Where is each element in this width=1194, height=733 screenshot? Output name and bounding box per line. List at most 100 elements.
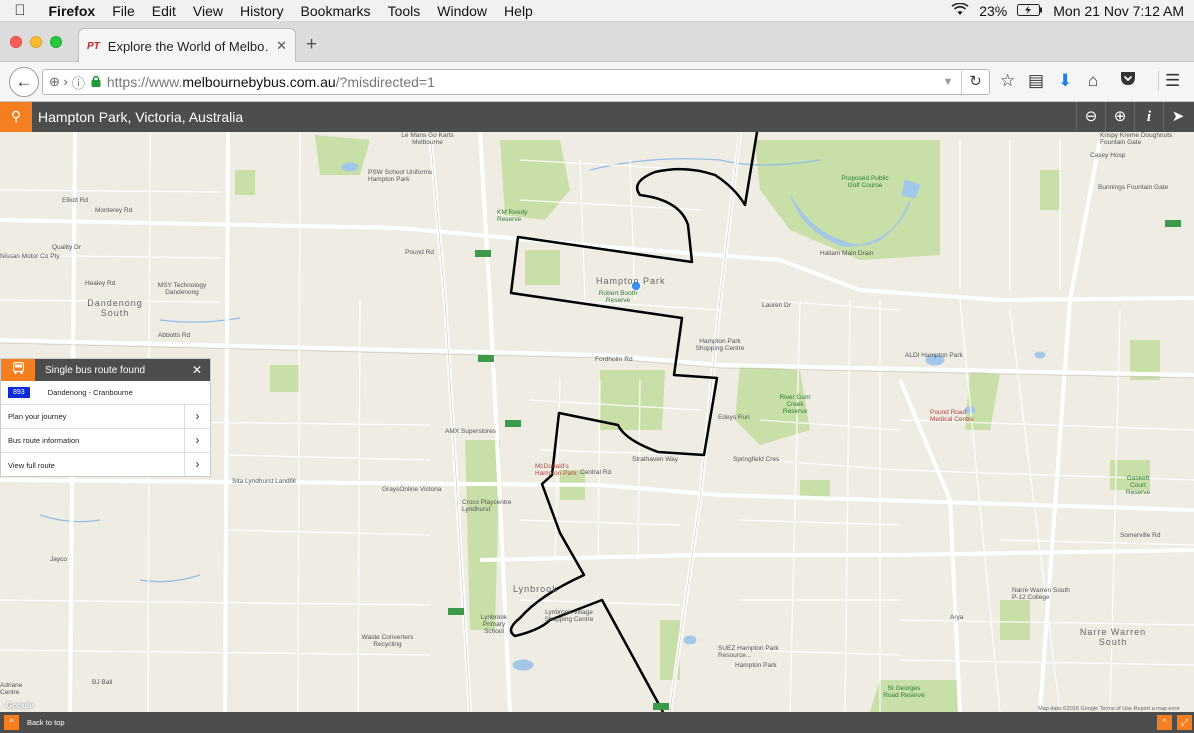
chevron-up-icon[interactable]: ^ xyxy=(1157,715,1172,730)
map-label-hallam-main: Hallam Main Drain xyxy=(820,250,874,257)
menu-help[interactable]: Help xyxy=(496,3,542,19)
map-label-lynbrook: Lynbrook xyxy=(513,584,558,594)
browser-tab[interactable]: PT Explore the World of Melbo… ✕ xyxy=(78,28,296,63)
site-search-bar: ⚲ Hampton Park, Victoria, Australia ⊖ ⊕ … xyxy=(0,102,1194,132)
download-icon[interactable]: ⬇ xyxy=(1058,71,1072,91)
map-label-strathaven: Strathaven Way xyxy=(632,456,679,463)
map-label-pound-road: Pound Road Medical Centre xyxy=(930,409,974,423)
menu-bookmarks[interactable]: Bookmarks xyxy=(292,3,379,19)
map-label-le-mans: Le Mans Go Karts Melbourne xyxy=(401,132,454,146)
zoom-window-button[interactable] xyxy=(50,36,62,48)
map-label-fordholm: Fordholm Rd xyxy=(595,356,633,363)
map-label-elliott: Elliott Rd xyxy=(62,197,89,204)
minimize-window-button[interactable] xyxy=(30,36,42,48)
close-icon[interactable]: ✕ xyxy=(184,363,210,377)
view-full-route-row[interactable]: View full route › xyxy=(1,453,210,477)
google-logo: Google xyxy=(6,701,34,710)
zoom-out-icon[interactable]: ⊖ xyxy=(1076,102,1105,132)
menu-file[interactable]: File xyxy=(104,3,144,19)
map-label-robert-booth: Robert Booth Reserve xyxy=(598,290,638,304)
map-label-bj-ball: BJ Ball xyxy=(92,679,113,686)
home-icon[interactable]: ⌂ xyxy=(1088,71,1098,91)
map-label-hampton-park-road: Hampton Park xyxy=(735,662,777,669)
plan-journey-row[interactable]: Plan your journey › xyxy=(1,405,210,429)
map-label-bunnings: Bunnings Fountain Gate xyxy=(1098,184,1169,191)
route-panel: Single bus route found ✕ 893 Dandenong -… xyxy=(0,358,211,477)
menu-edit[interactable]: Edit xyxy=(143,3,184,19)
chevron-right-icon[interactable]: › xyxy=(184,453,210,476)
menu-window[interactable]: Window xyxy=(429,3,496,19)
map-label-st-georges: St Georges Road Reserve xyxy=(883,685,925,699)
map-label-grays: GraysOnline Victoria xyxy=(382,486,442,493)
route-panel-header: Single bus route found ✕ xyxy=(1,359,210,381)
close-tab-icon[interactable]: ✕ xyxy=(276,38,287,54)
url-suffix: /?misdirected=1 xyxy=(335,74,435,90)
map-label-amx: AMX Superstores xyxy=(445,428,496,435)
map-label-arya: Arya xyxy=(950,614,964,621)
back-to-top-icon[interactable]: ^ xyxy=(4,715,19,730)
zoom-in-icon[interactable]: ⊕ xyxy=(1105,102,1134,132)
lock-icon[interactable] xyxy=(91,74,101,90)
close-window-button[interactable] xyxy=(10,36,22,48)
url-bar[interactable]: ⊕ › ⓘ https://www.melbournebybus.com.au/… xyxy=(42,69,990,95)
apple-menu-icon[interactable]:  xyxy=(0,2,40,19)
bus-icon xyxy=(1,359,35,381)
map-label-sita: Sita Lyndhurst Landfill xyxy=(232,478,296,485)
map-label-quality: Quality Dr xyxy=(52,244,81,251)
search-icon[interactable]: ⚲ xyxy=(0,102,32,132)
ptv-favicon: PT xyxy=(87,40,100,52)
map-label-central: Central Rd xyxy=(580,469,612,476)
info-icon[interactable]: i xyxy=(1134,102,1163,132)
hamburger-menu-icon[interactable]: ☰ xyxy=(1158,71,1180,91)
tab-strip: PT Explore the World of Melbo… ✕ + xyxy=(0,22,1194,63)
map-label-narre-warren-south: Narre Warren South xyxy=(1079,627,1147,647)
map-label-krispy: Krispy Kreme Doughnuts Fountain Gate xyxy=(1100,132,1173,146)
map-label-lynbrook-village: Lynbrook Village Shopping Centre xyxy=(544,609,594,623)
chevron-right-icon[interactable]: › xyxy=(184,405,210,428)
menu-firefox[interactable]: Firefox xyxy=(40,3,104,19)
locate-icon[interactable]: ➤ xyxy=(1163,102,1192,132)
reading-list-icon[interactable]: ▤ xyxy=(1028,71,1044,91)
info-icon[interactable]: ⓘ xyxy=(72,73,85,92)
wifi-icon[interactable] xyxy=(951,2,969,19)
battery-percent: 23% xyxy=(979,2,1008,19)
map-label-healey: Healey Rd xyxy=(85,280,116,287)
map-label-abbotts: Abbotts Rd xyxy=(158,332,191,339)
menu-history[interactable]: History xyxy=(231,3,292,19)
bus-route-info-label: Bus route information xyxy=(8,436,80,445)
map-label-waste: Waste Converters Recycling xyxy=(361,634,414,648)
url-text[interactable]: https://www.melbournebybus.com.au/?misdi… xyxy=(107,74,935,90)
map-label-golf: Proposed Public Golf Course xyxy=(841,175,889,189)
map-label-gaskett: Gaskett Court Reserve xyxy=(1125,475,1151,496)
back-button[interactable]: ← xyxy=(9,67,39,97)
dropdown-icon[interactable]: ▼ xyxy=(935,76,961,88)
map-label-lynbrook-primary: Lynbrook Primary School xyxy=(480,614,508,635)
tab-title: Explore the World of Melbo… xyxy=(107,38,271,54)
identity-icon[interactable]: ⊕ › xyxy=(49,74,68,90)
pocket-icon[interactable] xyxy=(1120,71,1136,91)
menu-tools[interactable]: Tools xyxy=(379,3,429,19)
menu-view[interactable]: View xyxy=(184,3,231,19)
bus-route-info-row[interactable]: Bus route information › xyxy=(1,429,210,453)
map-label-adriane: Adriane Centre xyxy=(0,682,23,696)
plan-journey-label: Plan your journey xyxy=(8,412,67,421)
back-to-top-label[interactable]: Back to top xyxy=(27,718,65,727)
map-label-hampton-park: Hampton Park xyxy=(596,276,666,286)
chevron-right-icon[interactable]: › xyxy=(184,429,210,452)
clock[interactable]: Mon 21 Nov 7:12 AM xyxy=(1053,3,1184,19)
url-domain: melbournebybus.com.au xyxy=(182,74,336,90)
search-input[interactable]: Hampton Park, Victoria, Australia xyxy=(38,109,243,125)
navigation-bar: ← ⊕ › ⓘ https://www.melbournebybus.com.a… xyxy=(0,62,1194,102)
route-number-badge: 893 xyxy=(8,387,30,398)
reload-icon[interactable]: ↻ xyxy=(961,70,989,94)
battery-icon[interactable] xyxy=(1017,3,1043,19)
bookmark-star-icon[interactable]: ☆ xyxy=(1000,71,1015,91)
map-label-dandenong-south: Dandenong South xyxy=(87,298,143,318)
map-label-monterey: Monterey Rd xyxy=(95,207,133,214)
new-tab-button[interactable]: + xyxy=(306,34,317,56)
map-label-lauren: Lauren Dr xyxy=(762,302,791,309)
route-item[interactable]: 893 Dandenong - Cranbourne xyxy=(1,381,210,405)
map-label-psw: PSW School Uniforms Hampton Park xyxy=(368,169,433,183)
map-label-somerville: Somerville Rd xyxy=(1120,532,1161,539)
expand-icon[interactable]: ⤢ xyxy=(1177,715,1192,730)
